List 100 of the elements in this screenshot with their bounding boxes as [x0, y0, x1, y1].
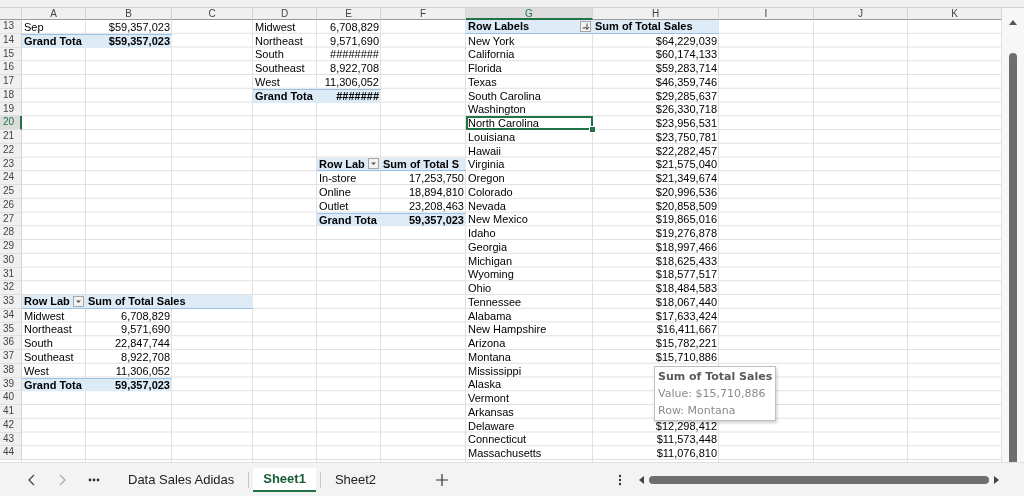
- table-cell[interactable]: 6,708,829: [86, 308, 172, 323]
- table-cell[interactable]: Northeast: [253, 33, 317, 48]
- table-cell[interactable]: Colorado: [466, 185, 593, 199]
- table-cell[interactable]: North Carolina: [466, 116, 593, 130]
- scroll-up-icon[interactable]: [1008, 19, 1018, 26]
- table-cell[interactable]: 8,922,708: [86, 350, 172, 364]
- table-cell[interactable]: $29,285,637: [593, 88, 719, 103]
- table-cell[interactable]: $18,067,440: [593, 295, 719, 309]
- row-header[interactable]: 13: [0, 20, 22, 34]
- row-header[interactable]: 21: [0, 130, 22, 144]
- pivot-header-cell[interactable]: Sum of Total Sales: [593, 20, 719, 34]
- column-header[interactable]: F: [381, 8, 466, 20]
- table-cell[interactable]: Washington: [466, 102, 593, 117]
- column-header[interactable]: H: [593, 8, 719, 20]
- scroll-left-icon[interactable]: [638, 474, 645, 485]
- dropdown-icon[interactable]: [73, 295, 84, 307]
- add-sheet-icon[interactable]: [436, 473, 449, 486]
- table-cell[interactable]: Outlet: [317, 198, 381, 213]
- scrollbar-thumb[interactable]: [649, 475, 989, 484]
- table-cell[interactable]: West: [253, 75, 317, 89]
- sheet-tab[interactable]: Sheet2: [324, 468, 387, 491]
- row-header[interactable]: 41: [0, 405, 22, 419]
- options-icon[interactable]: [618, 473, 622, 486]
- column-header[interactable]: A: [22, 8, 86, 20]
- table-cell[interactable]: $20,996,536: [593, 185, 719, 199]
- table-cell[interactable]: Idaho: [466, 226, 593, 240]
- table-cell[interactable]: South Carolina: [466, 88, 593, 103]
- row-header[interactable]: 20: [0, 116, 22, 130]
- row-header[interactable]: 33: [0, 295, 22, 309]
- table-cell[interactable]: Nevada: [466, 198, 593, 213]
- table-cell[interactable]: $11,076,810: [593, 446, 719, 460]
- table-cell[interactable]: Northeast: [22, 322, 86, 337]
- column-header[interactable]: J: [814, 8, 908, 20]
- table-cell[interactable]: Oregon: [466, 171, 593, 185]
- table-cell[interactable]: Texas: [466, 75, 593, 89]
- table-cell[interactable]: 17,253,750: [381, 171, 466, 185]
- table-cell[interactable]: $22,282,457: [593, 143, 719, 158]
- row-header[interactable]: 25: [0, 185, 22, 199]
- column-header[interactable]: D: [253, 8, 317, 20]
- table-cell[interactable]: $19,276,878: [593, 226, 719, 240]
- table-cell[interactable]: $60,174,133: [593, 47, 719, 62]
- table-cell[interactable]: $23,750,781: [593, 130, 719, 144]
- table-cell[interactable]: $17,633,424: [593, 308, 719, 323]
- table-cell[interactable]: California: [466, 47, 593, 62]
- table-cell[interactable]: 8,922,708: [317, 61, 381, 75]
- column-header[interactable]: B: [86, 8, 172, 20]
- table-cell[interactable]: 9,571,690: [86, 322, 172, 337]
- column-header[interactable]: K: [908, 8, 1002, 20]
- table-cell[interactable]: Mississippi: [466, 363, 593, 378]
- table-cell[interactable]: $59,357,023: [86, 20, 172, 34]
- sheet-tab[interactable]: Sheet1: [253, 467, 316, 492]
- table-cell[interactable]: South: [22, 336, 86, 350]
- fill-handle[interactable]: [589, 126, 596, 133]
- table-cell[interactable]: Southeast: [22, 350, 86, 364]
- table-cell[interactable]: $18,484,583: [593, 281, 719, 295]
- row-header[interactable]: 37: [0, 350, 22, 364]
- table-cell[interactable]: $21,575,040: [593, 157, 719, 172]
- table-cell[interactable]: $19,865,016: [593, 212, 719, 227]
- table-cell[interactable]: Vermont: [466, 391, 593, 405]
- table-cell[interactable]: Southeast: [253, 61, 317, 75]
- table-cell[interactable]: ########: [317, 47, 381, 62]
- table-cell[interactable]: New Mexico: [466, 212, 593, 227]
- table-cell[interactable]: $59,283,714: [593, 61, 719, 75]
- horizontal-scrollbar[interactable]: [638, 474, 1000, 485]
- row-header[interactable]: 44: [0, 446, 22, 460]
- table-cell[interactable]: New York: [466, 33, 593, 48]
- table-cell[interactable]: Connecticut: [466, 432, 593, 447]
- table-cell[interactable]: Florida: [466, 61, 593, 75]
- table-cell[interactable]: $12,298,412: [593, 418, 719, 433]
- table-cell[interactable]: Sep: [22, 20, 86, 34]
- scrollbar-thumb[interactable]: [1009, 53, 1017, 462]
- sort-icon[interactable]: [580, 20, 591, 32]
- table-cell[interactable]: South: [253, 47, 317, 62]
- table-cell[interactable]: $15,782,221: [593, 336, 719, 350]
- table-cell[interactable]: New Hampshire: [466, 322, 593, 337]
- pivot-header-cell[interactable]: Sum of Total Sales: [86, 295, 253, 309]
- table-cell[interactable]: $18,997,466: [593, 240, 719, 254]
- table-cell[interactable]: Arkansas: [466, 405, 593, 419]
- table-cell[interactable]: $11,573,448: [593, 432, 719, 447]
- pivot-header-cell[interactable]: Row Labels: [466, 20, 593, 34]
- table-cell[interactable]: $18,577,517: [593, 267, 719, 282]
- table-cell[interactable]: Online: [317, 185, 381, 199]
- row-header[interactable]: 36: [0, 336, 22, 350]
- table-cell[interactable]: $46,359,746: [593, 75, 719, 89]
- vertical-scrollbar[interactable]: [1002, 8, 1024, 462]
- table-cell[interactable]: Tennessee: [466, 295, 593, 309]
- table-cell[interactable]: 22,847,744: [86, 336, 172, 350]
- table-cell[interactable]: Arizona: [466, 336, 593, 350]
- table-cell[interactable]: Midwest: [22, 308, 86, 323]
- row-header[interactable]: 28: [0, 226, 22, 240]
- table-cell[interactable]: Montana: [466, 350, 593, 364]
- row-header[interactable]: 24: [0, 171, 22, 185]
- table-cell[interactable]: Ohio: [466, 281, 593, 295]
- column-header[interactable]: I: [719, 8, 814, 20]
- row-header[interactable]: 32: [0, 281, 22, 295]
- table-cell[interactable]: West: [22, 363, 86, 378]
- row-header[interactable]: 16: [0, 61, 22, 75]
- pivot-header-cell[interactable]: Row Lab: [22, 295, 86, 309]
- table-cell[interactable]: 9,571,690: [317, 33, 381, 48]
- table-cell[interactable]: Louisiana: [466, 130, 593, 144]
